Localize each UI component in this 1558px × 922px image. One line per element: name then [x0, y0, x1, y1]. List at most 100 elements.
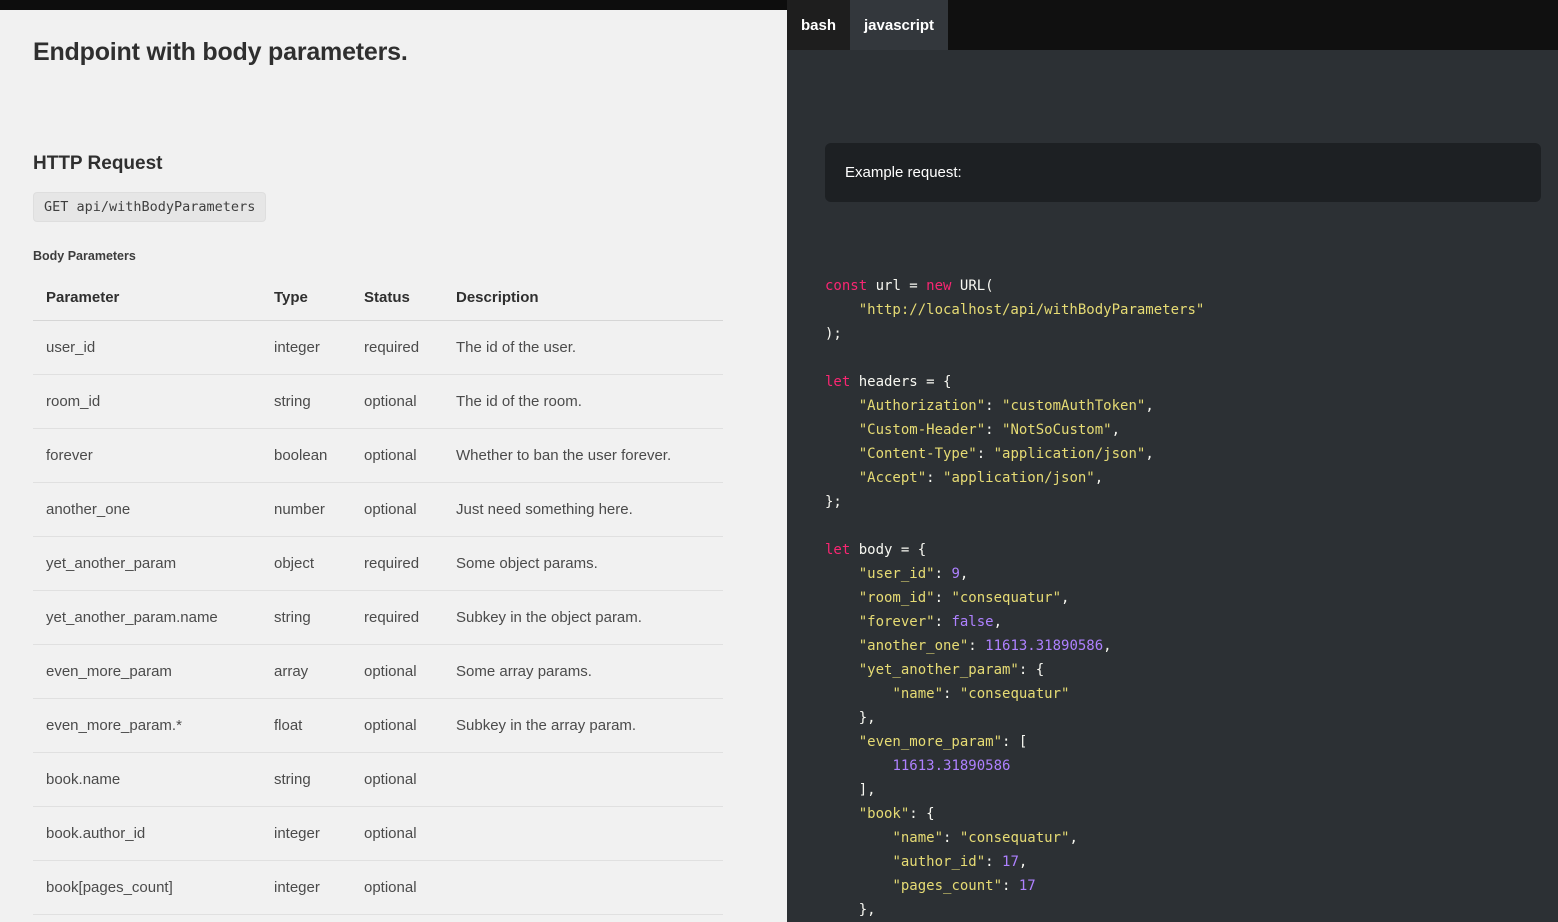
code-line: "even_more_param": [	[825, 730, 1541, 754]
code-line: const url = new URL(	[825, 274, 1541, 298]
code-line: "Content-Type": "application/json",	[825, 442, 1541, 466]
column-header: Type	[261, 275, 351, 321]
table-cell: optional	[351, 699, 443, 753]
table-row: foreverbooleanoptionalWhether to ban the…	[33, 429, 723, 483]
table-row: book.author_idintegeroptional	[33, 807, 723, 861]
code-line: "room_id": "consequatur",	[825, 586, 1541, 610]
table-cell	[443, 861, 723, 915]
table-cell: float	[261, 699, 351, 753]
code-line: "http://localhost/api/withBodyParameters…	[825, 298, 1541, 322]
code-line: },	[825, 706, 1541, 730]
docs-panel: Endpoint with body parameters. HTTP Requ…	[0, 0, 787, 922]
code-line: );	[825, 322, 1541, 346]
table-cell: number	[261, 483, 351, 537]
table-cell: even_more_param.*	[33, 699, 261, 753]
table-cell: Some object params.	[443, 537, 723, 591]
code-line: "Authorization": "customAuthToken",	[825, 394, 1541, 418]
table-row: room_idstringoptionalThe id of the room.	[33, 375, 723, 429]
table-cell: book.author_id	[33, 807, 261, 861]
table-cell: optional	[351, 483, 443, 537]
table-cell: even_more_param	[33, 645, 261, 699]
code-line: "pages_count": 17	[825, 874, 1541, 898]
table-cell: integer	[261, 861, 351, 915]
table-body: user_idintegerrequiredThe id of the user…	[33, 321, 723, 915]
code-line: 11613.31890586	[825, 754, 1541, 778]
code-line: },	[825, 898, 1541, 922]
table-row: book.namestringoptional	[33, 753, 723, 807]
example-request-label: Example request:	[845, 164, 962, 181]
table-cell: optional	[351, 375, 443, 429]
table-cell: integer	[261, 321, 351, 375]
table-cell: optional	[351, 753, 443, 807]
table-cell: Just need something here.	[443, 483, 723, 537]
code-line: let headers = {	[825, 370, 1541, 394]
table-cell: Some array params.	[443, 645, 723, 699]
table-cell: Whether to ban the user forever.	[443, 429, 723, 483]
code-line: "author_id": 17,	[825, 850, 1541, 874]
endpoint-badge: GET api/withBodyParameters	[33, 192, 266, 222]
table-cell: optional	[351, 645, 443, 699]
code-line: let body = {	[825, 538, 1541, 562]
body-parameters-label: Body Parameters	[33, 249, 754, 263]
language-tab-bar: bashjavascript	[787, 0, 1558, 50]
code-line: "name": "consequatur",	[825, 826, 1541, 850]
top-bar	[0, 0, 787, 10]
code-line: "another_one": 11613.31890586,	[825, 634, 1541, 658]
code-line: "Custom-Header": "NotSoCustom",	[825, 418, 1541, 442]
page: Endpoint with body parameters. HTTP Requ…	[0, 0, 1558, 922]
code-line	[825, 514, 1541, 538]
table-cell: Subkey in the array param.	[443, 699, 723, 753]
table-cell: The id of the room.	[443, 375, 723, 429]
table-cell: Subkey in the object param.	[443, 591, 723, 645]
table-cell: boolean	[261, 429, 351, 483]
code-line	[825, 346, 1541, 370]
body-parameters-table: ParameterTypeStatusDescription user_idin…	[33, 275, 723, 915]
code-line: "name": "consequatur"	[825, 682, 1541, 706]
table-cell: string	[261, 591, 351, 645]
table-cell: book[pages_count]	[33, 861, 261, 915]
table-cell: user_id	[33, 321, 261, 375]
tab-bash[interactable]: bash	[787, 0, 850, 50]
example-code-block: const url = new URL( "http://localhost/a…	[825, 274, 1541, 922]
table-cell: room_id	[33, 375, 261, 429]
code-line: "forever": false,	[825, 610, 1541, 634]
code-line: };	[825, 490, 1541, 514]
table-row: yet_another_param.namestringrequiredSubk…	[33, 591, 723, 645]
table-cell: yet_another_param.name	[33, 591, 261, 645]
docs-content: Endpoint with body parameters. HTTP Requ…	[0, 38, 787, 915]
code-line: "Accept": "application/json",	[825, 466, 1541, 490]
table-row: another_onenumberoptionalJust need somet…	[33, 483, 723, 537]
http-request-heading: HTTP Request	[33, 153, 754, 175]
table-cell	[443, 807, 723, 861]
code-line: ],	[825, 778, 1541, 802]
code-area: Example request: const url = new URL( "h…	[787, 50, 1558, 922]
column-header: Status	[351, 275, 443, 321]
table-cell: array	[261, 645, 351, 699]
table-cell: another_one	[33, 483, 261, 537]
example-request-callout: Example request:	[825, 143, 1541, 202]
table-row: book[pages_count]integeroptional	[33, 861, 723, 915]
table-cell: integer	[261, 807, 351, 861]
table-cell: The id of the user.	[443, 321, 723, 375]
table-row: even_more_paramarrayoptionalSome array p…	[33, 645, 723, 699]
table-header-row: ParameterTypeStatusDescription	[33, 275, 723, 321]
table-cell: object	[261, 537, 351, 591]
column-header: Description	[443, 275, 723, 321]
page-title: Endpoint with body parameters.	[33, 38, 754, 67]
table-cell: book.name	[33, 753, 261, 807]
tab-javascript[interactable]: javascript	[850, 0, 948, 50]
table-row: even_more_param.*floatoptionalSubkey in …	[33, 699, 723, 753]
table-cell: optional	[351, 807, 443, 861]
table-row: user_idintegerrequiredThe id of the user…	[33, 321, 723, 375]
table-cell: string	[261, 753, 351, 807]
code-line: "yet_another_param": {	[825, 658, 1541, 682]
table-cell: optional	[351, 861, 443, 915]
code-panel: bashjavascript Example request: const ur…	[787, 0, 1558, 922]
table-cell: required	[351, 537, 443, 591]
table-cell: optional	[351, 429, 443, 483]
table-cell: yet_another_param	[33, 537, 261, 591]
table-cell: required	[351, 591, 443, 645]
code-line: "user_id": 9,	[825, 562, 1541, 586]
code-line: "book": {	[825, 802, 1541, 826]
table-row: yet_another_paramobjectrequiredSome obje…	[33, 537, 723, 591]
